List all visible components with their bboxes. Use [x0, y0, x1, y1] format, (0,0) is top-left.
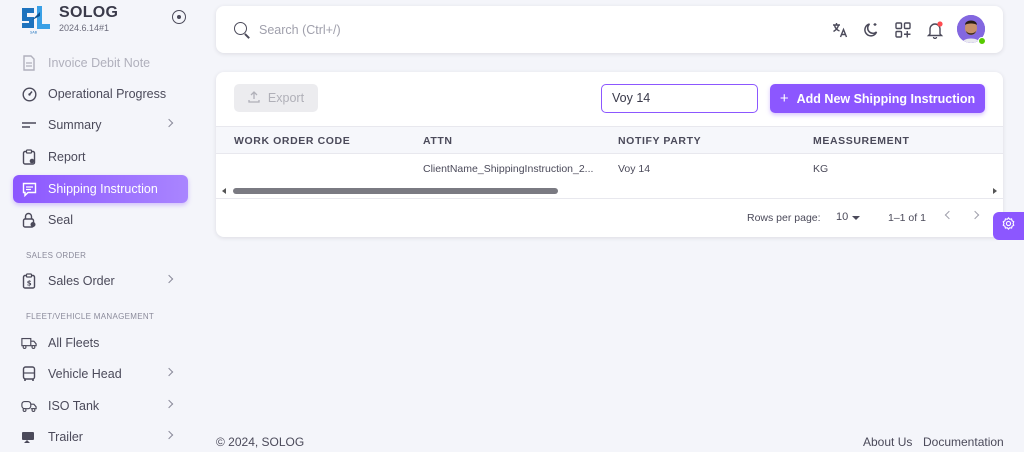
chevron-right-icon: [164, 430, 174, 440]
chevron-right-icon: [164, 399, 174, 409]
trailer-icon: [21, 429, 37, 445]
gauge-icon: [21, 86, 37, 102]
sidebar-item-invoice-debit-note[interactable]: Invoice Debit Note: [13, 49, 188, 77]
chevron-right-icon[interactable]: [970, 210, 980, 220]
column-header-work-order-code[interactable]: WORK ORDER CODE: [234, 135, 350, 147]
sidebar-item-label: Summary: [48, 118, 102, 132]
brand[interactable]: SAB SOLOG 2024.6.14#1: [20, 4, 118, 36]
column-header-measurement[interactable]: MEASSUREMENT: [813, 135, 909, 147]
plus-icon: +: [779, 90, 789, 107]
truck-icon: [21, 335, 37, 351]
chevron-right-icon: [164, 367, 174, 377]
column-header-notify-party[interactable]: NOTIFY PARTY: [618, 135, 701, 147]
clipboard-icon: [21, 149, 37, 165]
sidebar-item-label: Operational Progress: [48, 87, 167, 101]
sidebar-item-label: Sales Order: [48, 274, 115, 288]
section-label-fleet: FLEET/VEHICLE MANAGEMENT: [26, 312, 155, 321]
lock-icon: [21, 212, 37, 228]
message-icon: [21, 181, 37, 197]
add-button-label: Add New Shipping Instruction: [796, 91, 976, 106]
rows-per-page-select[interactable]: 10: [836, 211, 848, 223]
horizontal-scrollbar[interactable]: [220, 186, 999, 196]
scroll-right-icon[interactable]: [993, 188, 997, 194]
svg-text:SAB: SAB: [30, 31, 38, 35]
pagination-range: 1–1 of 1: [888, 212, 926, 224]
sidebar-item-shipping-instruction[interactable]: Shipping Instruction: [13, 175, 188, 203]
chevron-right-icon: [164, 274, 174, 284]
lines-icon: [21, 117, 37, 133]
online-status-dot: [978, 37, 986, 45]
chevron-right-icon: [164, 118, 174, 128]
sidebar-item-label: Trailer: [48, 430, 83, 444]
sidebar-item-label: Invoice Debit Note: [48, 56, 151, 70]
add-shipping-instruction-button[interactable]: + Add New Shipping Instruction: [770, 84, 985, 113]
footer-copyright: © 2024, SOLOG: [216, 435, 305, 449]
table-row[interactable]: ClientName_ShippingInstruction_2... Voy …: [216, 154, 1003, 184]
apps-icon[interactable]: [894, 21, 912, 39]
export-button-label: Export: [267, 91, 305, 105]
export-button[interactable]: Export: [234, 84, 318, 112]
footer-link-documentation[interactable]: Documentation: [923, 435, 1004, 449]
sidebar-item-seal[interactable]: Seal: [13, 206, 188, 234]
upload-icon: [248, 90, 260, 106]
sidebar-item-label: Vehicle Head: [48, 367, 122, 381]
sidebar-item-summary[interactable]: Summary: [13, 111, 188, 139]
sidebar: SAB SOLOG 2024.6.14#1 Invoice Debit Note…: [0, 0, 198, 452]
sidebar-item-vehicle-head[interactable]: Vehicle Head: [13, 360, 188, 388]
global-search-input[interactable]: Search (Ctrl+/): [259, 23, 341, 37]
bell-icon[interactable]: [926, 21, 944, 39]
scrollbar-thumb[interactable]: [233, 188, 558, 194]
shipping-instruction-card: Export Voy 14 + Add New Shipping Instruc…: [216, 72, 1003, 237]
brand-name: SOLOG: [59, 4, 119, 21]
column-header-attn[interactable]: ATTN: [423, 135, 453, 147]
section-label-sales-order: SALES ORDER: [26, 251, 87, 260]
sidebar-item-iso-tank[interactable]: ISO Tank: [13, 392, 188, 420]
sidebar-item-label: Seal: [48, 213, 74, 227]
sidebar-item-label: All Fleets: [48, 336, 100, 350]
sidebar-item-label: Shipping Instruction: [48, 182, 158, 196]
rows-per-page-label: Rows per page:: [747, 212, 821, 224]
sidebar-item-trailer[interactable]: Trailer: [13, 423, 188, 451]
dollar-doc-icon: $: [21, 273, 37, 289]
cell-measurement: KG: [813, 163, 829, 175]
bus-icon: [21, 366, 37, 382]
topbar: Search (Ctrl+/): [216, 6, 1003, 53]
chevron-left-icon[interactable]: [944, 210, 954, 220]
table-search-input[interactable]: Voy 14: [601, 84, 758, 113]
tank-truck-icon: [21, 398, 37, 414]
divider: [216, 198, 1003, 199]
customizer-settings-button[interactable]: [993, 212, 1024, 240]
search-icon[interactable]: [234, 22, 247, 35]
svg-text:$: $: [27, 280, 32, 288]
sidebar-pin-icon[interactable]: [172, 10, 186, 24]
cell-attn: ClientName_ShippingInstruction_2...: [423, 163, 594, 175]
sidebar-item-operational-progress[interactable]: Operational Progress: [13, 80, 188, 108]
moon-star-icon[interactable]: [862, 21, 880, 39]
caret-down-icon[interactable]: [852, 216, 860, 220]
sidebar-item-label: Report: [48, 150, 86, 164]
translate-icon[interactable]: [831, 21, 849, 39]
footer-link-about-us[interactable]: About Us: [863, 435, 912, 449]
sidebar-item-all-fleets[interactable]: All Fleets: [13, 329, 188, 357]
table-header: WORK ORDER CODE ATTN NOTIFY PARTY MEASSU…: [216, 126, 1003, 154]
solog-logo-icon: SAB: [20, 4, 52, 35]
scroll-left-icon[interactable]: [222, 188, 226, 194]
sidebar-item-report[interactable]: Report: [13, 143, 188, 171]
brand-version: 2024.6.14#1: [59, 23, 110, 33]
document-icon: [21, 55, 37, 71]
gear-icon: [1001, 216, 1016, 236]
sidebar-item-label: ISO Tank: [48, 399, 100, 413]
cell-notify-party: Voy 14: [618, 163, 651, 175]
sidebar-item-sales-order[interactable]: $ Sales Order: [13, 267, 188, 295]
